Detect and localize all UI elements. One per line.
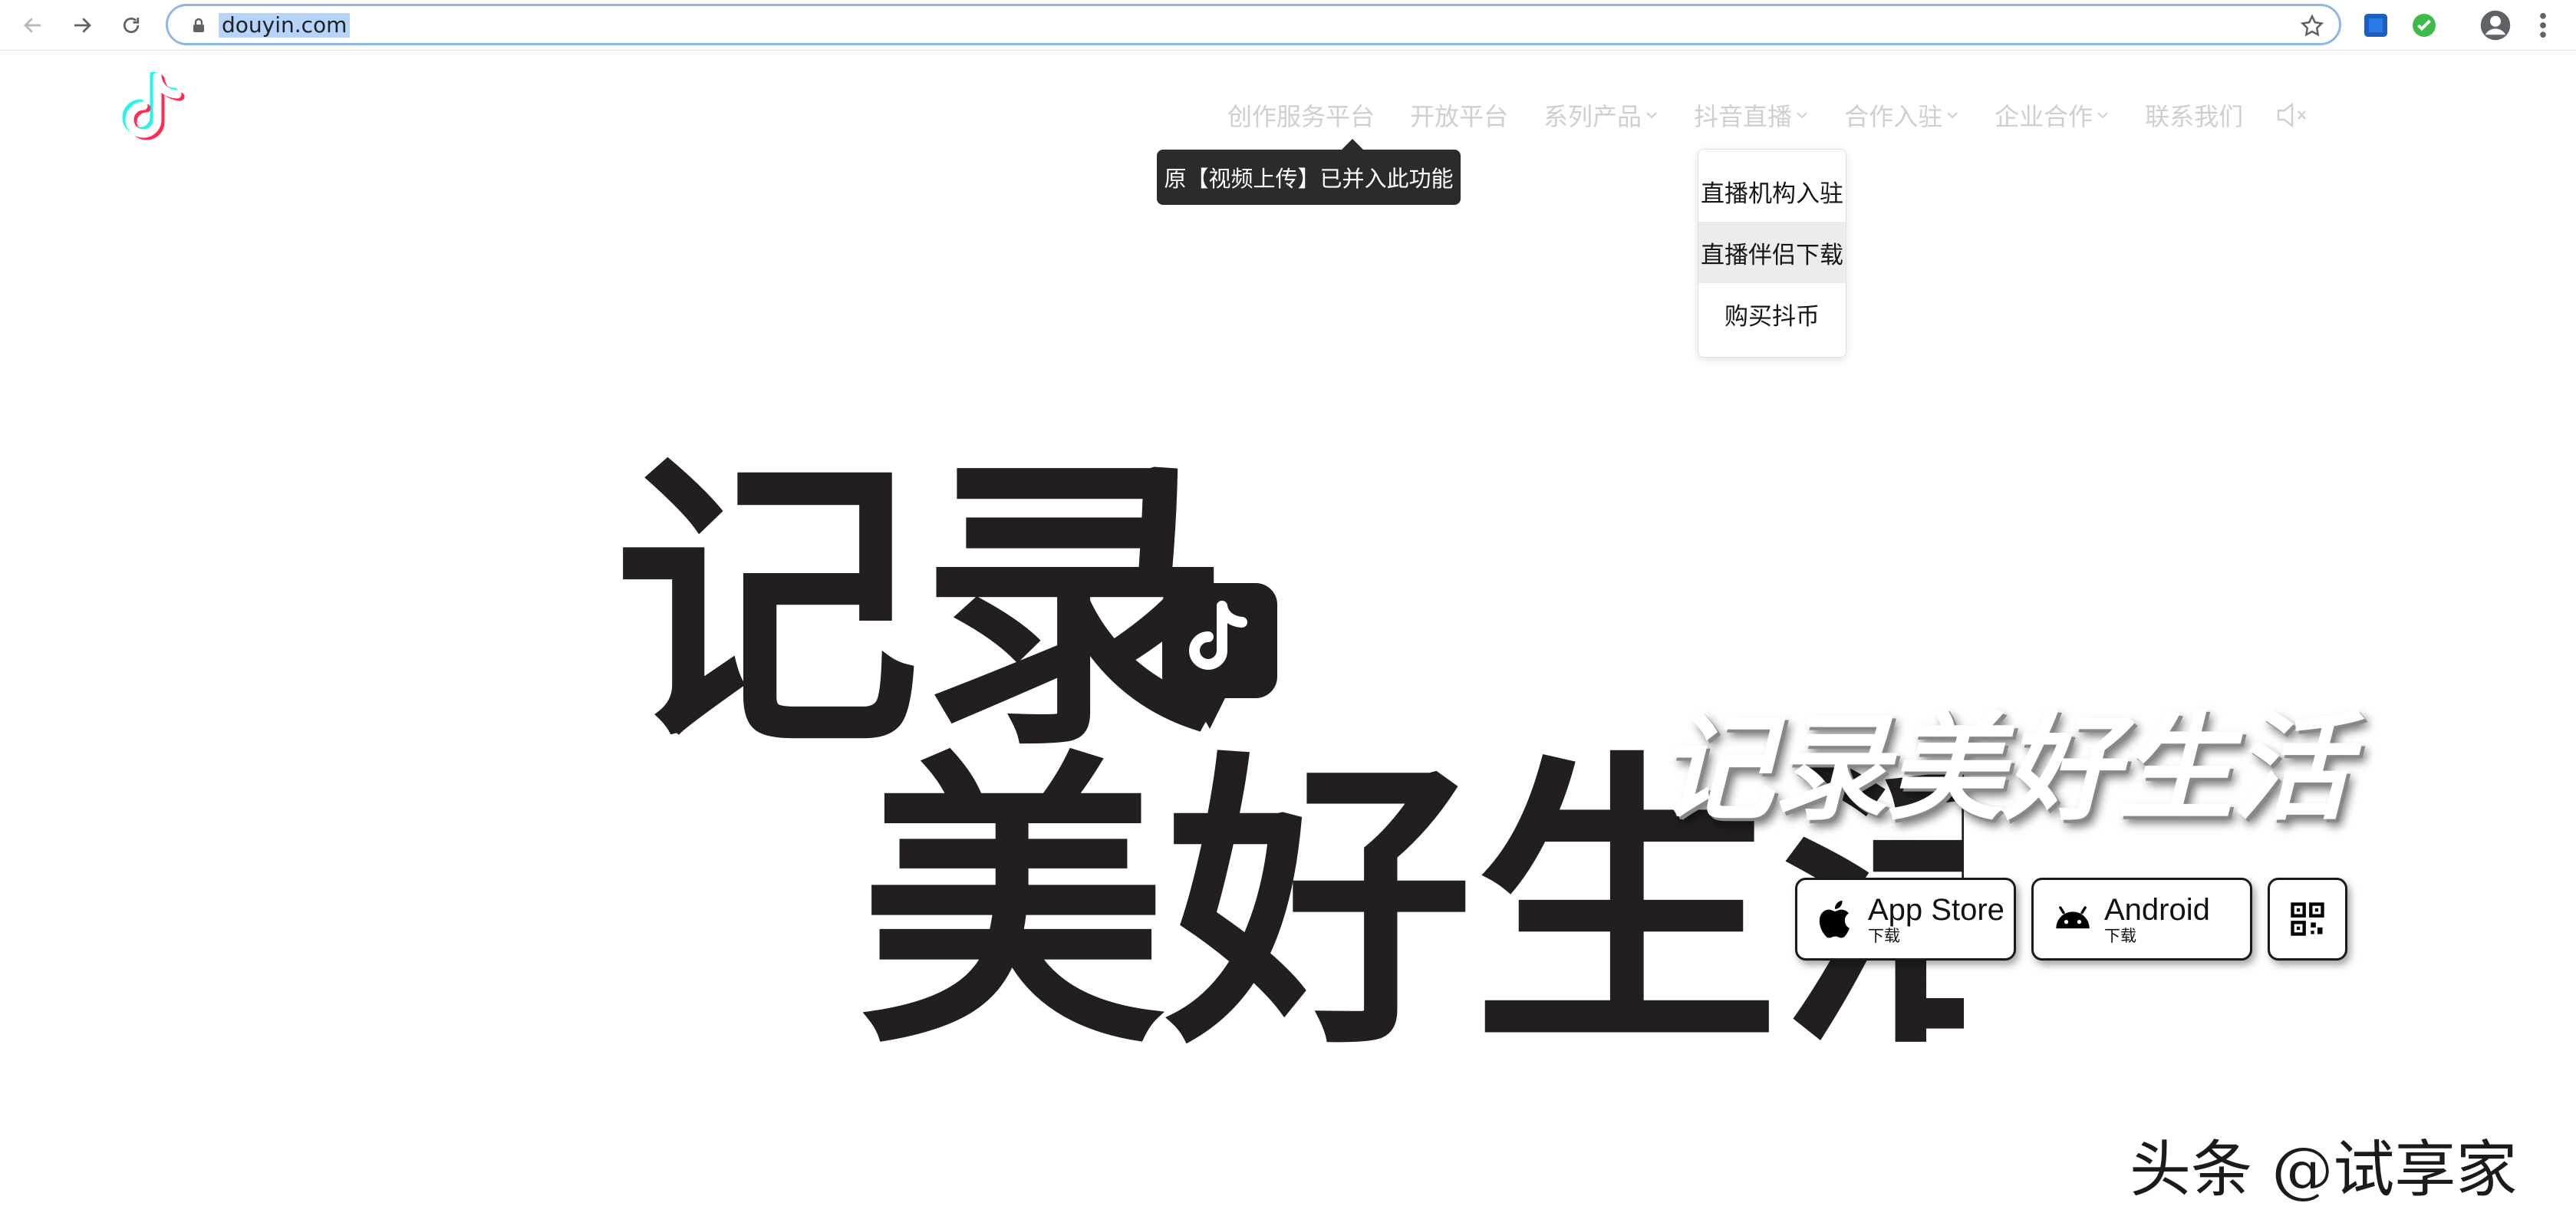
dropdown-item-live-agency[interactable]: 直播机构入驻 <box>1698 160 1846 222</box>
nav-open-platform[interactable]: 开放平台 <box>1410 97 1508 133</box>
dropdown-item-buy-coins[interactable]: 购买抖币 <box>1698 283 1846 344</box>
dropdown-item-live-companion-download[interactable]: 直播伴侣下载 <box>1698 222 1846 283</box>
watermark-text: 头条 @试享家 <box>2130 1120 2517 1209</box>
profile-icon[interactable] <box>2479 9 2512 41</box>
hero-slogan: 记录美好生活 <box>1657 674 2347 842</box>
tooltip: 原【视频上传】已并入此功能 <box>1157 150 1461 205</box>
douyin-logo[interactable] <box>119 72 188 149</box>
back-arrow-icon <box>21 14 44 37</box>
menu-kebab-icon[interactable] <box>2532 9 2555 41</box>
reload-icon <box>120 14 143 37</box>
android-label: Android <box>2104 895 2210 925</box>
android-sub-label: 下载 <box>2104 928 2210 944</box>
tooltip-text: 原【视频上传】已并入此功能 <box>1164 161 1453 193</box>
speaker-muted-icon[interactable] <box>2274 100 2311 130</box>
address-bar[interactable]: douyin.com <box>166 4 2341 45</box>
nav-enterprise[interactable]: 企业合作 <box>1995 97 2110 133</box>
forward-button[interactable] <box>64 8 100 43</box>
nav-series-products[interactable]: 系列产品 <box>1543 97 1659 133</box>
qr-code-icon <box>2288 899 2327 939</box>
chevron-down-icon <box>1945 110 1959 120</box>
nav-creator-platform[interactable]: 创作服务平台 <box>1227 97 1375 133</box>
live-dropdown-menu: 直播机构入驻 直播伴侣下载 购买抖币 <box>1698 149 1846 358</box>
nav-contact-us[interactable]: 联系我们 <box>2145 97 2243 133</box>
url-text[interactable]: douyin.com <box>219 13 350 38</box>
reload-button[interactable] <box>114 8 149 43</box>
app-store-sub-label: 下载 <box>1868 928 2004 944</box>
chevron-down-icon <box>2096 110 2110 120</box>
chevron-down-icon <box>1645 110 1659 120</box>
forward-arrow-icon <box>71 14 94 37</box>
browser-toolbar: douyin.com <box>0 0 2576 51</box>
chevron-down-icon <box>1795 110 1809 120</box>
bookmark-star-icon[interactable] <box>2299 13 2325 39</box>
app-store-download-button[interactable]: App Store 下载 <box>1795 878 2016 961</box>
android-download-button[interactable]: Android 下载 <box>2031 878 2252 961</box>
back-button[interactable] <box>15 8 51 43</box>
site-navigation: 创作服务平台 开放平台 系列产品 抖音直播 合作入驻 企业合作 联系我们 <box>1227 95 2311 135</box>
extension-icon[interactable] <box>2410 12 2438 39</box>
extension-icon[interactable] <box>2362 12 2390 39</box>
nav-douyin-live[interactable]: 抖音直播 <box>1694 97 1809 133</box>
lock-icon <box>189 16 208 35</box>
qr-code-button[interactable] <box>2268 878 2347 961</box>
app-store-label: App Store <box>1868 895 2004 925</box>
android-icon <box>2051 897 2095 941</box>
nav-partner-join[interactable]: 合作入驻 <box>1844 97 1959 133</box>
apple-icon <box>1814 897 1859 941</box>
